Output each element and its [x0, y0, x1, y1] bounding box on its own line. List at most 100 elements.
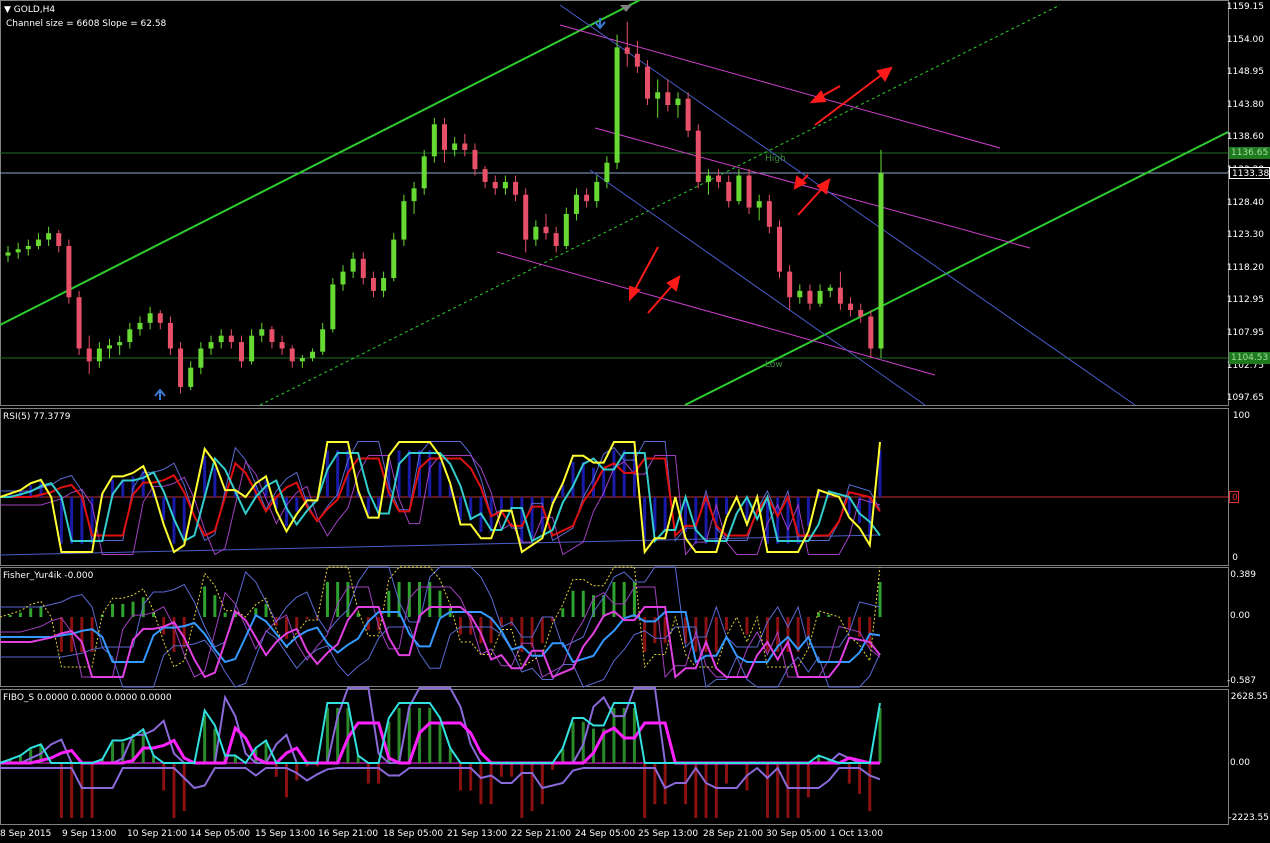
rsi-hist-bar — [438, 461, 442, 497]
candle-body — [117, 342, 123, 346]
candle-body — [249, 335, 255, 362]
fibo-hist-bar — [479, 763, 483, 805]
trading-chart[interactable] — [0, 0, 1270, 843]
fibo-hist-bar — [377, 763, 381, 784]
candle-body — [360, 258, 366, 279]
candle-body — [594, 181, 600, 202]
candle-body — [573, 194, 579, 214]
candle-body — [15, 249, 21, 253]
fisher-hist-bar — [325, 582, 329, 617]
fibo-hist-bar — [182, 763, 186, 812]
candle-body — [431, 124, 437, 157]
candle-body — [807, 290, 813, 304]
fisher-hist-bar — [213, 595, 217, 617]
symbol-title-text: GOLD,H4 — [13, 5, 56, 15]
candle-body — [837, 287, 843, 304]
candle-body — [685, 98, 691, 131]
candle-body — [127, 329, 133, 343]
rsi-hist-bar — [663, 497, 667, 533]
time-axis-label: 8 Sep 2015 — [0, 829, 52, 839]
candle-body — [746, 175, 752, 208]
high-label: High — [765, 154, 786, 164]
fisher-hist-bar — [18, 612, 22, 617]
fibo-hist-bar — [111, 742, 115, 763]
candle-body — [492, 181, 498, 189]
fibo-hist-bar — [489, 763, 493, 805]
time-axis-label: 30 Sep 05:00 — [766, 829, 827, 839]
candle-body — [411, 188, 417, 202]
rsi-hist-bar — [540, 497, 544, 533]
candle-body — [421, 156, 427, 189]
candle-body — [726, 181, 732, 202]
fisher-hist-bar — [714, 617, 718, 652]
fisher-hist-bar — [725, 617, 729, 631]
candle-body — [391, 239, 397, 279]
low-marker-up-arrow — [154, 388, 166, 400]
candle-body — [370, 278, 376, 291]
rsi-hist-bar — [510, 497, 514, 509]
rsi-hist-bar — [571, 461, 575, 497]
candle-body — [310, 351, 316, 359]
candle-body — [878, 173, 884, 349]
price-axis-tick: 1097.65 — [1226, 393, 1264, 404]
symbol-title: ▼ GOLD,H4 — [4, 5, 55, 15]
candle-body — [228, 335, 234, 343]
channel-upper-line — [0, 0, 641, 326]
candle-body — [330, 284, 336, 330]
dropdown-triangle-icon[interactable]: ▼ — [4, 5, 14, 15]
time-axis-label: 25 Sep 13:00 — [638, 829, 699, 839]
magenta-channel-lower — [496, 251, 936, 376]
candle-body — [756, 201, 762, 208]
rsi-hist-bar — [182, 497, 186, 538]
candle-body — [178, 348, 184, 387]
fibo-tick-top: 2628.55 — [1230, 692, 1268, 702]
fisher-hist-bar — [29, 608, 33, 617]
time-axis-label: 9 Sep 13:00 — [62, 829, 117, 839]
candle-body — [482, 169, 488, 182]
fisher-envelope-b — [0, 626, 881, 688]
time-axis-label: 14 Sep 05:00 — [190, 829, 251, 839]
fisher-hist-bar — [285, 617, 289, 639]
fibo-hist-bar — [428, 708, 432, 763]
fibo-hist-bar — [520, 763, 524, 818]
fibo-hist-bar — [499, 763, 503, 777]
time-axis-label: 15 Sep 13:00 — [255, 829, 316, 839]
fibo-hist-bar — [714, 763, 718, 818]
fisher-hist-bar — [458, 617, 462, 635]
candle-body — [848, 303, 854, 311]
current-price-tag: 1133.38 — [1229, 167, 1270, 179]
fibo-hist-bar — [274, 763, 278, 777]
fisher-hist-bar — [264, 603, 268, 617]
candle-body — [56, 233, 62, 247]
arrow-head — [629, 285, 641, 302]
fibo-hist-bar — [438, 721, 442, 763]
fisher-hist-bar — [387, 590, 391, 617]
candle-body — [5, 252, 11, 256]
candle-body — [655, 92, 661, 99]
candle-body — [76, 297, 82, 349]
fibo-hist-bar — [643, 763, 647, 818]
rsi-hist-bar — [520, 497, 524, 544]
fisher-hist-bar — [571, 590, 575, 617]
candle-body — [107, 345, 113, 349]
candle-body — [320, 329, 326, 352]
candle-body — [868, 316, 874, 349]
rsi-hist-bar — [499, 497, 503, 509]
candle-body — [86, 348, 92, 362]
fisher-hist-bar — [745, 617, 749, 635]
candle-body — [299, 358, 305, 362]
rsi-hist-bar — [407, 450, 411, 497]
rsi-hist-bar — [295, 497, 299, 512]
fisher-hist-bar — [827, 614, 831, 617]
fisher-tick-zero: 0.00 — [1229, 611, 1250, 621]
fisher-tick-top: 0.389 — [1230, 570, 1256, 580]
fisher-hist-bar — [295, 617, 299, 628]
fibo-hist-bar — [80, 763, 84, 818]
fibo-hist-bar — [203, 714, 207, 763]
fisher-hist-bar — [305, 617, 309, 620]
candle-body — [645, 66, 651, 99]
fibo-hist-bar — [172, 763, 176, 818]
candle-body — [584, 194, 590, 202]
fibo-hist-bar — [765, 763, 769, 818]
fibo-hist-bar — [90, 763, 94, 818]
